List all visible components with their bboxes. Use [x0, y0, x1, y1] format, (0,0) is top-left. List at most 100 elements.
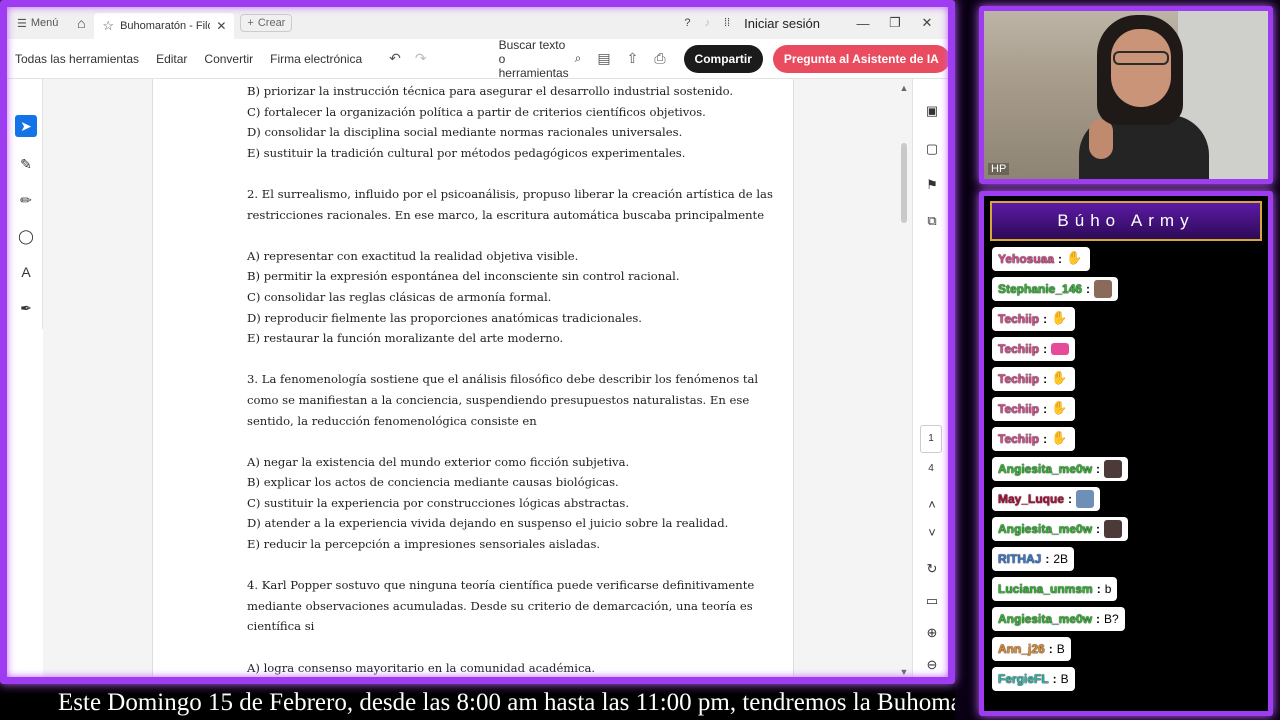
zoom-in-icon[interactable]: ⊕ [923, 625, 941, 641]
chat-username: Stephanie_146 [998, 282, 1083, 296]
chat-username: Techiip [998, 432, 1040, 446]
upload-icon[interactable]: ⇧ [627, 50, 639, 67]
document-line: 3. La fenomenología sostiene que el anál… [247, 372, 759, 387]
document-line: 2. El surrealismo, influido por el psico… [247, 186, 773, 201]
browser-tab-bar: ☰ Menú ⌂ ☆ Buhomaratón - Filos... ✕ + Cr… [7, 7, 948, 39]
all-tools-menu[interactable]: Todas las herramientas [15, 52, 139, 66]
chat-message: Angiesita_me0w: [992, 457, 1129, 481]
chat-panel: Búho Army Yehosuaa:Stephanie_146:Techiip… [979, 191, 1273, 716]
document-text: B) priorizar la instrucción técnica para… [247, 81, 773, 677]
ticker-text: Este Domingo 15 de Febrero, desde las 8:… [58, 689, 955, 716]
chat-separator: : [1096, 462, 1101, 476]
chat-separator: : [1096, 522, 1101, 536]
hamburger-icon: ☰ [17, 17, 27, 30]
comment-icon[interactable]: ✎ [15, 153, 37, 175]
comments-icon[interactable]: ▢ [923, 141, 941, 157]
refresh-icon[interactable]: ↻ [923, 561, 941, 577]
chat-separator: : [1096, 582, 1101, 596]
page-fit-icon[interactable]: ▭ [923, 593, 941, 609]
pages-icon[interactable]: ⧉ [923, 213, 941, 229]
document-line: restricciones racionales. En ese marco, … [247, 207, 765, 222]
sign-icon[interactable]: ✒ [15, 297, 37, 319]
document-line: B) permitir la expresión espontánea del … [247, 269, 680, 284]
chat-message: FergieFL: B [992, 667, 1075, 691]
document-line: E) sustituir la tradición cultural por m… [247, 145, 686, 160]
chevron-down-icon[interactable]: ˅ [923, 525, 941, 540]
plus-icon: + [247, 17, 254, 29]
chat-emote-icon [1066, 250, 1084, 268]
menu-button[interactable]: ☰ Menú [7, 17, 68, 30]
apps-grid-icon[interactable]: ⁞⁞ [724, 17, 730, 29]
chat-username: Luciana_unmsm [998, 582, 1093, 596]
bell-icon[interactable]: ♪ [705, 17, 711, 29]
home-icon[interactable]: ⌂ [68, 15, 94, 31]
chat-separator: : [1052, 672, 1057, 686]
pen-icon[interactable]: ✏ [15, 189, 37, 211]
chat-message: Angiesita_me0w: [992, 517, 1129, 541]
redo-icon[interactable]: ↷ [415, 50, 427, 67]
chat-separator: : [1043, 432, 1048, 446]
chat-separator: : [1043, 372, 1048, 386]
chat-username: Angiesita_me0w [998, 612, 1093, 626]
document-line: D) atender a la experiencia vivida dejan… [247, 516, 729, 531]
tab-document[interactable]: ☆ Buhomaratón - Filos... ✕ [94, 13, 235, 39]
save-icon[interactable]: ▤ [597, 50, 610, 67]
scroll-thumb[interactable] [901, 143, 907, 223]
ai-panel-icon[interactable]: ▣ [923, 103, 941, 119]
chat-emote-icon [1094, 280, 1113, 298]
zoom-out-icon[interactable]: ⊖ [923, 657, 941, 673]
scroll-up-icon[interactable]: ▲ [898, 83, 910, 93]
restore-icon[interactable]: ❐ [886, 15, 904, 31]
streamer [1079, 15, 1209, 179]
chat-username: Techiip [998, 342, 1040, 356]
webcam-feed: HP [979, 6, 1273, 184]
close-window-icon[interactable]: ✕ [918, 15, 936, 31]
chat-username: Angiesita_me0w [998, 462, 1093, 476]
document-line: A) negar la existencia del mundo exterio… [247, 454, 630, 469]
document-line: B) explicar los actos de conciencia medi… [247, 475, 619, 490]
share-button[interactable]: Compartir [683, 44, 763, 73]
text-select-icon[interactable]: A [15, 261, 37, 283]
lasso-icon[interactable]: ◯ [15, 225, 37, 247]
convert-menu[interactable]: Convertir [204, 52, 253, 66]
cursor-icon[interactable]: ➤ [15, 115, 37, 137]
chat-text: B [1056, 642, 1065, 656]
search-tools[interactable]: Buscar texto o herramientas ⌕ [499, 38, 582, 80]
print-icon[interactable]: ⎙ [654, 50, 665, 67]
star-icon[interactable]: ☆ [102, 18, 114, 34]
chat-separator: : [1045, 552, 1050, 566]
esign-menu[interactable]: Firma electrónica [270, 52, 362, 66]
create-button[interactable]: + Crear [240, 14, 293, 32]
undo-icon[interactable]: ↶ [389, 50, 401, 67]
chevron-up-icon[interactable]: ˄ [923, 497, 941, 512]
chat-username: Ann_j26 [998, 642, 1045, 656]
document-line: E) restaurar la función moralizante del … [247, 331, 564, 346]
ai-assistant-button[interactable]: Pregunta al Asistente de IA [772, 44, 948, 73]
news-ticker: Este Domingo 15 de Febrero, desde las 8:… [0, 684, 955, 720]
chat-separator: : [1043, 342, 1048, 356]
close-tab-icon[interactable]: ✕ [216, 19, 226, 33]
chat-emote-icon [1104, 520, 1123, 538]
chat-separator: : [1058, 252, 1063, 266]
edit-menu[interactable]: Editar [156, 52, 187, 66]
chat-username: Techiip [998, 402, 1040, 416]
bookmark-icon[interactable]: ⚑ [923, 177, 941, 193]
vertical-scrollbar[interactable]: ▲ ▼ [898, 83, 910, 677]
chat-message: May_Luque: [992, 487, 1101, 511]
minimize-icon[interactable]: — [854, 16, 872, 31]
help-icon[interactable]: ? [684, 17, 690, 29]
chat-text: B [1060, 672, 1069, 686]
scroll-down-icon[interactable]: ▼ [898, 667, 910, 677]
signin-link[interactable]: Iniciar sesión [744, 16, 820, 31]
app-toolbar: Todas las herramientas Editar Convertir … [7, 38, 948, 80]
chat-username: Angiesita_me0w [998, 522, 1093, 536]
chat-message: Yehosuaa: [992, 247, 1091, 271]
total-pages: 4 [928, 463, 934, 474]
current-page[interactable]: 1 [920, 425, 942, 453]
chat-message: Techiip: [992, 337, 1076, 361]
